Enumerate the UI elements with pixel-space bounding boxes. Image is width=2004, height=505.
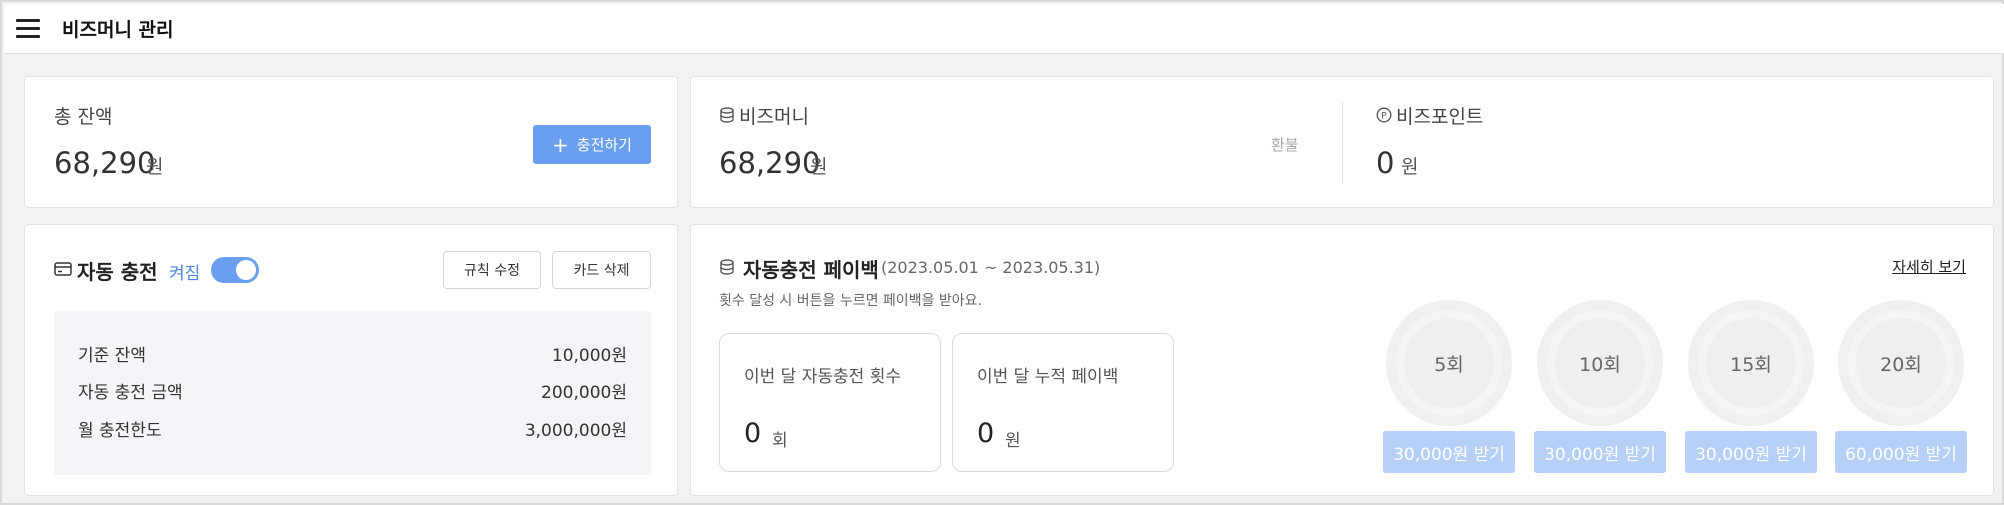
point-circle-icon: P	[1376, 107, 1392, 123]
payback-period: (2023.05.01 ~ 2023.05.31)	[881, 258, 1101, 277]
total-balance-unit: 원	[146, 156, 164, 178]
rule-row: 기준 잔액 10,000원	[78, 341, 627, 366]
delete-card-button[interactable]: 카드 삭제	[552, 251, 651, 289]
monthly-payback-unit: 원	[1005, 431, 1021, 451]
auto-charge-card: 자동 충전 켜짐 규칙 수정 카드 삭제 기준 잔액 10,000원 자동 충전…	[24, 224, 678, 496]
refund-link[interactable]: 환불	[1271, 134, 1299, 155]
top-bar: 비즈머니 관리	[4, 4, 2004, 54]
charge-button[interactable]: + 충전하기	[533, 125, 651, 164]
payback-card: 자동충전 페이백 (2023.05.01 ~ 2023.05.31) 횟수 달성…	[690, 224, 1994, 496]
credit-card-icon	[54, 262, 72, 276]
bizpoint-unit: 원	[1401, 156, 1419, 178]
monthly-count-card: 이번 달 자동충전 횟수 0 회	[719, 333, 941, 472]
auto-charge-title: 자동 충전	[77, 260, 158, 284]
database-icon	[720, 259, 734, 275]
total-balance-label: 총 잔액	[54, 106, 113, 128]
milestone-count: 15회	[1706, 318, 1796, 408]
bizmoney-amount: 68,290	[719, 146, 821, 180]
plus-icon: +	[552, 132, 569, 157]
milestone-circle-10: 10회	[1537, 300, 1663, 426]
bizpoint-label: 비즈포인트	[1396, 106, 1484, 128]
reward-button-15[interactable]: 30,000원 받기	[1685, 431, 1817, 473]
rule-value: 200,000원	[541, 383, 627, 403]
milestone-circle-5: 5회	[1386, 300, 1512, 426]
vertical-divider	[1342, 102, 1343, 184]
reward-button-5[interactable]: 30,000원 받기	[1383, 431, 1515, 473]
total-balance-amount: 68,290	[54, 146, 156, 180]
bizmoney-label: 비즈머니	[739, 106, 809, 128]
toggle-knob	[236, 260, 256, 280]
milestone-count: 5회	[1404, 318, 1494, 408]
rule-key: 기준 잔액	[78, 346, 146, 366]
monthly-payback-card: 이번 달 누적 페이백 0 원	[952, 333, 1174, 472]
auto-charge-toggle[interactable]	[211, 257, 259, 283]
detail-link[interactable]: 자세히 보기	[1892, 256, 1966, 277]
total-balance-card: 총 잔액 68,290 원 + 충전하기	[24, 76, 678, 208]
payback-title: 자동충전 페이백	[743, 258, 879, 282]
monthly-count-label: 이번 달 자동충전 횟수	[744, 367, 901, 387]
rule-key: 월 충전한도	[78, 421, 162, 441]
rule-row: 월 충전한도 3,000,000원	[78, 416, 627, 441]
rule-row: 자동 충전 금액 200,000원	[78, 378, 627, 403]
auto-charge-status: 켜짐	[169, 264, 201, 284]
milestone-count: 10회	[1555, 318, 1645, 408]
milestone-circle-15: 15회	[1688, 300, 1814, 426]
milestone-count: 20회	[1856, 318, 1946, 408]
app-frame: 비즈머니 관리 총 잔액 68,290 원 + 충전하기 비즈머니 68,290…	[0, 0, 2004, 505]
auto-charge-rules: 기준 잔액 10,000원 자동 충전 금액 200,000원 월 충전한도 3…	[54, 311, 651, 475]
milestone-circle-20: 20회	[1838, 300, 1964, 426]
monthly-count-value: 0	[744, 418, 762, 449]
bizmoney-unit: 원	[810, 156, 828, 178]
hamburger-icon[interactable]	[16, 19, 40, 39]
bizmoney-card: 비즈머니 68,290 원 환불 P 비즈포인트 0 원	[690, 76, 1994, 208]
svg-text:P: P	[1381, 112, 1387, 122]
payback-description: 횟수 달성 시 버튼을 누르면 페이백을 받아요.	[719, 293, 982, 309]
monthly-payback-label: 이번 달 누적 페이백	[977, 367, 1119, 387]
monthly-payback-value: 0	[977, 418, 995, 449]
monthly-count-unit: 회	[772, 431, 788, 451]
edit-rule-button[interactable]: 규칙 수정	[443, 251, 541, 289]
bizpoint-amount: 0	[1376, 146, 1395, 180]
reward-button-10[interactable]: 30,000원 받기	[1534, 431, 1666, 473]
rule-value: 10,000원	[551, 346, 627, 366]
page-title: 비즈머니 관리	[62, 19, 174, 41]
rule-key: 자동 충전 금액	[78, 383, 183, 403]
database-icon	[720, 107, 734, 123]
reward-button-20[interactable]: 60,000원 받기	[1835, 431, 1967, 473]
rule-value: 3,000,000원	[524, 421, 627, 441]
charge-button-label: 충전하기	[576, 136, 632, 154]
